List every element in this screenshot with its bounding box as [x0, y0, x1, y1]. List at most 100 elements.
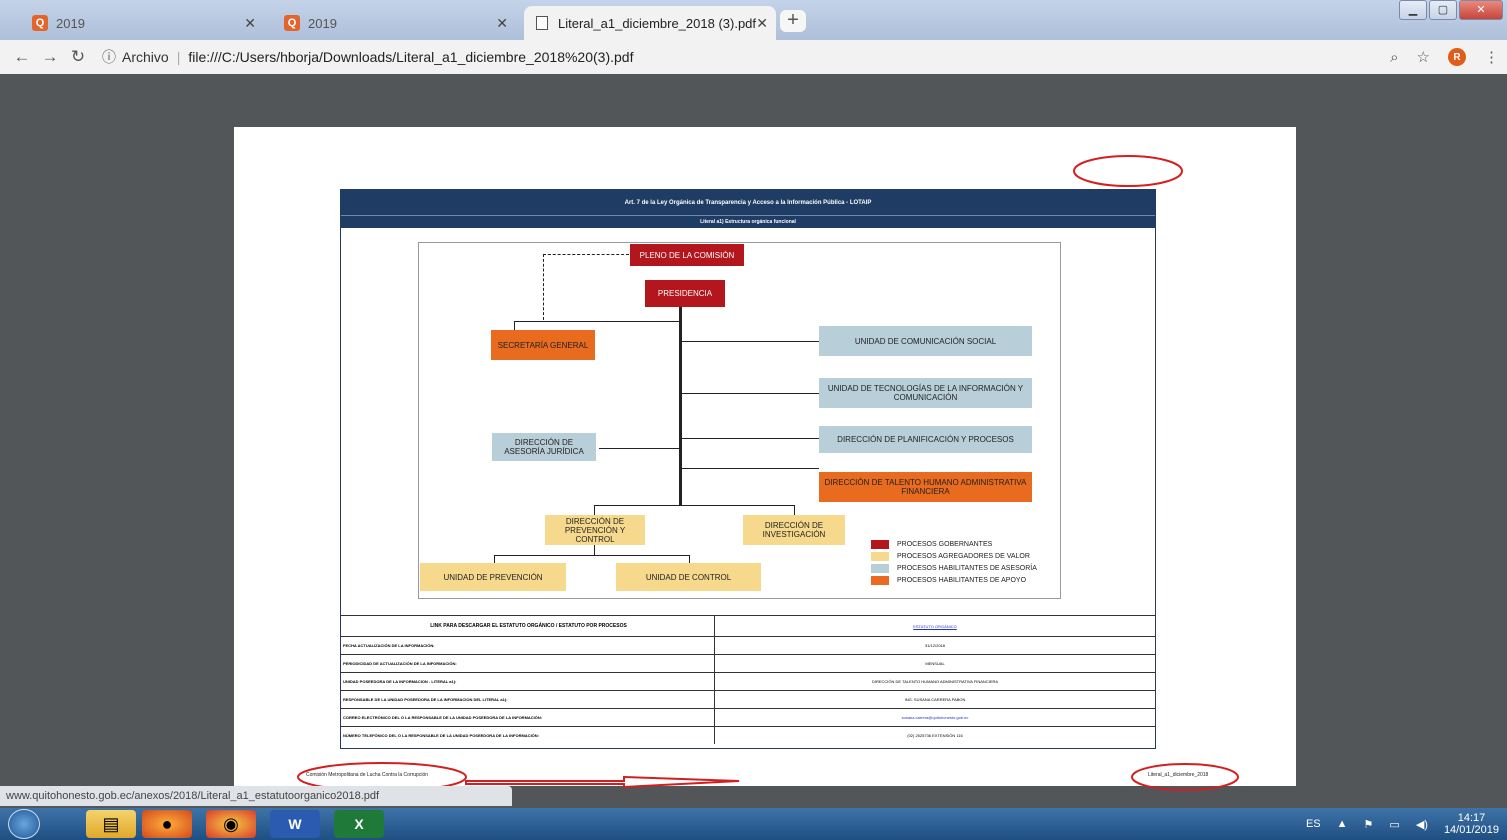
start-button[interactable] [8, 809, 40, 839]
firefox-icon[interactable]: ● [142, 810, 192, 838]
red-ellipse-annotation [1131, 763, 1239, 791]
tab-2019-b[interactable]: Q 2019 ✕ [272, 6, 522, 40]
table-row: UNIDAD POSEEDORA DE LA INFORMACION - LIT… [341, 672, 1155, 690]
status-bar-url: www.quitohonesto.gob.ec/anexos/2018/Lite… [0, 786, 512, 806]
table-row: NÚMERO TELEFÓNICO DEL O LA RESPONSABLE D… [341, 726, 1155, 744]
file-explorer-icon[interactable]: ▤ [86, 810, 136, 838]
maximize-icon[interactable]: ▢ [1429, 0, 1457, 20]
connector [494, 555, 689, 556]
legend-swatch [871, 563, 889, 573]
org-chart: PLENO DE LA COMISIÓN PRESIDENCIA SECRETA… [418, 242, 1061, 599]
email-link[interactable]: susana.carrera@quitohonesto.gob.ec [902, 715, 969, 720]
org-box-asesoria-juridica: DIRECCIÓN DE ASESORÍA JURÍDICA [492, 433, 596, 461]
table-row: PERIODICIDAD DE ACTUALIZACIÓN DE LA INFO… [341, 654, 1155, 672]
new-tab-button[interactable]: + [780, 10, 806, 32]
table-value: (02) 2525736 EXTENSIÓN 116 [907, 733, 963, 738]
show-hidden-icons-icon[interactable]: ▲ [1337, 818, 1348, 830]
connector [514, 321, 679, 322]
dashed-connector [543, 254, 544, 320]
connector [794, 505, 795, 515]
table-label: NÚMERO TELEFÓNICO DEL O LA RESPONSABLE D… [341, 727, 715, 744]
connector [594, 505, 794, 506]
chrome-icon[interactable]: ◉ [206, 810, 256, 838]
connector [679, 291, 682, 506]
info-label: Archivo [122, 49, 169, 65]
table-label: PERIODICIDAD DE ACTUALIZACIÓN DE LA INFO… [341, 655, 715, 672]
close-tab-icon[interactable]: ✕ [244, 15, 256, 32]
org-box-prevencion-control: DIRECCIÓN DE PREVENCIÓN Y CONTROL [545, 515, 645, 545]
legend-swatch [871, 539, 889, 549]
windows-taskbar: ▤ ● ◉ W X ES ▲ ⚑ ▭ ◀) 14:17 14/01/2019 [0, 808, 1507, 840]
tab-strip: Q 2019 ✕ Q 2019 ✕ Literal_a1_diciembre_2… [0, 0, 1507, 40]
close-tab-icon[interactable]: ✕ [756, 15, 768, 32]
table-value: MENSUAL [925, 661, 945, 666]
close-window-icon[interactable]: ✕ [1459, 0, 1503, 20]
forward-arrow-icon[interactable]: → [36, 47, 64, 67]
system-tray: ES ▲ ⚑ ▭ ◀) 14:17 14/01/2019 [1306, 808, 1499, 840]
zoom-icon[interactable]: ⌕ [1390, 49, 1398, 66]
org-box-investigacion: DIRECCIÓN DE INVESTIGACIÓN [743, 515, 845, 545]
window-controls: ▁ ▢ ✕ [1397, 0, 1503, 20]
document-header-subtitle: Literal a1) Estructura orgánica funciona… [341, 215, 1155, 228]
org-box-talento-humano: DIRECCIÓN DE TALENTO HUMANO ADMINISTRATI… [819, 472, 1032, 502]
org-chart-legend: PROCESOS GOBERNANTES PROCESOS AGREGADORE… [871, 538, 1037, 586]
url-text[interactable]: file:///C:/Users/hborja/Downloads/Litera… [188, 49, 633, 65]
tab-title: 2019 [308, 15, 337, 31]
quitohonesto-favicon: Q [284, 15, 300, 31]
info-icon[interactable]: ⓘ [102, 47, 116, 67]
browser-toolbar: ← → ↻ ⓘ Archivo | file:///C:/Users/hborj… [0, 40, 1507, 74]
tab-2019-a[interactable]: Q 2019 ✕ [20, 6, 270, 40]
back-arrow-icon[interactable]: ← [8, 47, 36, 67]
bookmark-star-icon[interactable]: ☆ [1417, 48, 1430, 66]
estatuto-link[interactable]: ESTATUTO ORGÁNICO [913, 624, 957, 629]
table-label: CORREO ELECTRÓNICO DEL O LA RESPONSABLE … [341, 709, 715, 726]
table-label: RESPONSABLE DE LA UNIDAD POSEEDORA DE LA… [341, 691, 715, 708]
pdf-page: Art. 7 de la Ley Orgánica de Transparenc… [234, 127, 1296, 792]
pdf-viewer: Art. 7 de la Ley Orgánica de Transparenc… [0, 74, 1507, 808]
minimize-icon[interactable]: ▁ [1399, 0, 1427, 20]
table-row: CORREO ELECTRÓNICO DEL O LA RESPONSABLE … [341, 708, 1155, 726]
tab-pdf[interactable]: Literal_a1_diciembre_2018 (3).pdf ✕ [524, 6, 776, 40]
dashed-connector [543, 254, 629, 255]
org-box-unidad-prevencion: UNIDAD DE PREVENCIÓN [420, 563, 566, 591]
connector [594, 505, 595, 515]
language-indicator[interactable]: ES [1306, 818, 1321, 830]
legend-label: PROCESOS HABILITANTES DE ASESORÍA [897, 564, 1037, 572]
info-table: LINK PARA DESCARGAR EL ESTATUTO ORGÁNICO… [341, 615, 1155, 744]
network-icon[interactable]: ▭ [1389, 818, 1399, 831]
profile-avatar[interactable]: R [1448, 48, 1466, 66]
legend-label: PROCESOS HABILITANTES DE APOYO [897, 576, 1027, 584]
close-tab-icon[interactable]: ✕ [496, 15, 508, 32]
action-center-flag-icon[interactable]: ⚑ [1364, 818, 1374, 831]
tab-title: Literal_a1_diciembre_2018 (3).pdf [558, 15, 757, 31]
org-box-unidad-control: UNIDAD DE CONTROL [616, 563, 761, 591]
legend-swatch [871, 575, 889, 585]
volume-icon[interactable]: ◀) [1416, 818, 1428, 831]
legend-label: PROCESOS AGREGADORES DE VALOR [897, 552, 1030, 560]
table-value: 31/12/2018 [924, 643, 946, 648]
table-value: ING. SUSANA CARRERA PABON [904, 697, 966, 702]
clock[interactable]: 14:17 14/01/2019 [1444, 812, 1499, 836]
org-box-secretaria-general: SECRETARÍA GENERAL [491, 330, 595, 360]
table-value: DIRECCIÓN DE TALENTO HUMANO ADMINISTRATI… [871, 679, 999, 684]
red-ellipse-annotation [1073, 155, 1183, 187]
excel-icon[interactable]: X [334, 810, 384, 838]
table-row: FECHA ACTUALIZACIÓN DE LA INFORMACIÓN: 31… [341, 636, 1155, 654]
menu-dots-icon[interactable]: ⋮ [1484, 48, 1499, 66]
connector [679, 438, 819, 439]
legend-item: PROCESOS HABILITANTES DE APOYO [871, 574, 1037, 586]
legend-item: PROCESOS AGREGADORES DE VALOR [871, 550, 1037, 562]
org-box-pleno: PLENO DE LA COMISIÓN [630, 244, 744, 266]
reload-icon[interactable]: ↻ [64, 47, 92, 67]
document-table: Art. 7 de la Ley Orgánica de Transparenc… [340, 189, 1156, 749]
legend-item: PROCESOS GOBERNANTES [871, 538, 1037, 550]
connector [679, 468, 819, 469]
table-row: RESPONSABLE DE LA UNIDAD POSEEDORA DE LA… [341, 690, 1155, 708]
word-icon[interactable]: W [270, 810, 320, 838]
table-label: UNIDAD POSEEDORA DE LA INFORMACION - LIT… [341, 673, 715, 690]
connector [494, 555, 495, 563]
clock-date: 14/01/2019 [1443, 824, 1499, 836]
org-box-comunicacion-social: UNIDAD DE COMUNICACIÓN SOCIAL [819, 326, 1032, 356]
document-icon [536, 16, 548, 30]
address-bar[interactable]: ⓘ Archivo | file:///C:/Users/hborja/Down… [102, 47, 1332, 67]
